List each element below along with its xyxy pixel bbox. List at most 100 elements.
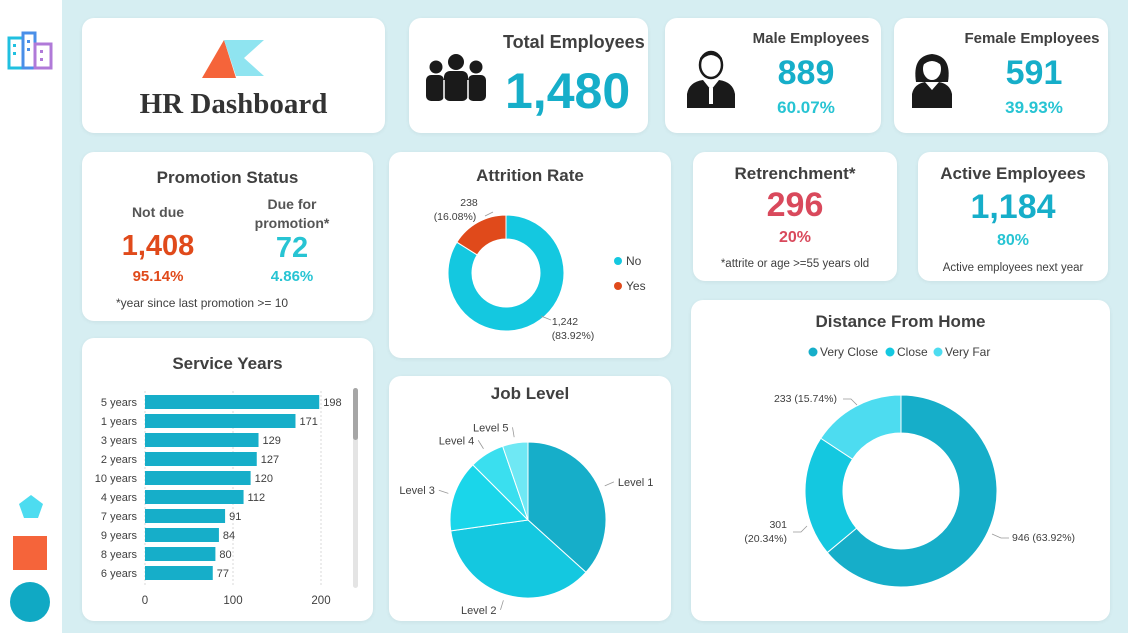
legend-very-far-label: Very Far: [945, 345, 990, 359]
category-label: 8 years: [101, 549, 138, 561]
female-employees-label: Female Employees: [964, 30, 1100, 47]
attrition-yes-data-percent: (16.08%): [434, 211, 477, 223]
due-percent: 4.86%: [270, 268, 314, 285]
active-employees-title: Active Employees: [940, 164, 1086, 183]
service-years-card: Service Years 5 years 198 1 years 171 3 year…: [82, 338, 373, 621]
bar-7-years[interactable]: [145, 509, 226, 523]
category-label: 2 years: [101, 454, 138, 466]
bar-10-years[interactable]: [145, 471, 251, 485]
value-label: 84: [223, 530, 235, 542]
category-label: 7 years: [101, 511, 138, 523]
value-label: 91: [229, 511, 241, 523]
value-label: 80: [219, 549, 231, 561]
total-employees-card: Total Employees 1,480: [409, 18, 648, 133]
retrenchment-percent: 20%: [778, 229, 812, 246]
title-card: HR Dashboard: [82, 18, 385, 133]
female-employees-card: Female Employees 591 39.93%: [894, 18, 1108, 133]
value-label: 127: [261, 454, 279, 466]
bar-9-years[interactable]: [145, 528, 219, 542]
category-label: 5 years: [101, 397, 138, 409]
retrenchment-note: *attrite or age >=55 years old: [720, 258, 870, 270]
male-employees-value: 889: [777, 54, 835, 92]
legend-yes-label: Yes: [626, 279, 646, 293]
female-employees-value: 591: [1005, 54, 1063, 92]
label-level-5: Level 5: [473, 422, 508, 434]
label-level-1: Level 1: [618, 477, 653, 489]
value-label: 77: [217, 568, 229, 580]
active-employees-percent: 80%: [996, 232, 1030, 249]
active-employees-card: Active Employees 1,184 80% Active employ…: [918, 152, 1108, 281]
job-level-chart: Level 1 Level 2 Level 3 Level 4Level 5: [399, 422, 653, 617]
retrenchment-value: 296: [766, 186, 824, 224]
bar-1-years[interactable]: [145, 414, 296, 428]
value-label: 129: [263, 435, 281, 447]
promotion-note: *year since last promotion >= 10: [116, 296, 289, 310]
bar-4-years[interactable]: [145, 490, 244, 504]
distance-from-home-card: Distance From Home Very Close Close Very…: [691, 300, 1110, 621]
category-label: 4 years: [101, 492, 138, 504]
attrition-no-data-percent: (83.92%): [552, 330, 595, 342]
bar-2-years[interactable]: [145, 452, 257, 466]
due-label-line1: Due for: [267, 196, 317, 212]
legend-close-label: Close: [897, 345, 928, 359]
legend-very-far-marker: [933, 347, 943, 357]
bar-5-years[interactable]: [145, 395, 320, 409]
group-icon: [426, 54, 486, 101]
due-label-line2: promotion*: [254, 215, 330, 231]
attrition-rate-card: Attrition Rate No Yes 238 (16.08%) 1,242…: [389, 152, 671, 358]
distance-very-far-data-label: 233 (15.74%): [774, 393, 837, 405]
category-label: 10 years: [95, 473, 138, 485]
not-due-percent: 95.14%: [132, 268, 184, 285]
label-level-2: Level 2: [461, 605, 496, 617]
attrition-yes-data-label: 238: [460, 197, 478, 209]
category-label: 1 years: [101, 416, 138, 428]
label-level-3: Level 3: [399, 485, 434, 497]
category-label: 9 years: [101, 530, 138, 542]
legend-very-close-label: Very Close: [820, 345, 878, 359]
job-level-card: Job Level Level 1 Level 2 Level 3 Level 4 Le…: [389, 376, 671, 621]
legend-no-marker: [614, 257, 622, 265]
attrition-no-data-label: 1,242: [552, 316, 578, 328]
label-level-4: Level 4: [439, 435, 474, 447]
legend-yes-marker: [614, 282, 622, 290]
legend-very-close-marker: [808, 347, 818, 357]
female-employees-percent: 39.93%: [1005, 98, 1063, 117]
distance-close-data-label: 301: [769, 519, 787, 531]
scrollbar-thumb[interactable]: [353, 388, 358, 440]
value-label: 120: [255, 473, 273, 485]
male-employees-percent: 60.07%: [777, 98, 835, 117]
page-title: HR Dashboard: [139, 88, 328, 120]
service-years-chart: 5 years 198 1 years 171 3 years 129 2 years 127…: [95, 388, 358, 607]
distance-very-close-data-label: 946 (63.92%): [1012, 532, 1075, 544]
value-label: 112: [248, 492, 266, 504]
sidebar: [0, 0, 62, 633]
promotion-status-title: Promotion Status: [156, 168, 299, 187]
active-employees-note: Active employees next year: [942, 262, 1084, 274]
retrenchment-title: Retrenchment*: [734, 164, 856, 183]
pentagon-icon[interactable]: [18, 494, 44, 520]
category-label: 3 years: [101, 435, 138, 447]
not-due-label: Not due: [131, 204, 185, 220]
category-label: 6 years: [101, 568, 138, 580]
distance-close-data-percent: (20.34%): [744, 533, 787, 545]
xtick-label: 100: [223, 595, 242, 607]
building-icon: [7, 31, 53, 70]
square-icon[interactable]: [13, 536, 47, 570]
legend-close-marker: [885, 347, 895, 357]
retrenchment-card: Retrenchment* 296 20% *attrite or age >=…: [693, 152, 897, 281]
attrition-rate-chart: No Yes 238 (16.08%) 1,242 (83.92%): [434, 197, 646, 342]
legend-no-label: No: [626, 254, 642, 268]
promotion-status-card: Promotion Status Not due 1,408 95.14% Du…: [82, 152, 373, 321]
distance-chart: Very Close Close Very Far 233 (15.74%) 3…: [744, 345, 1075, 588]
male-employees-label: Male Employees: [752, 30, 870, 47]
circle-icon[interactable]: [10, 582, 50, 622]
value-label: 171: [299, 416, 317, 428]
total-employees-value: 1,480: [505, 63, 631, 119]
male-employees-card: Male Employees 889 60.07%: [665, 18, 881, 133]
bar-8-years[interactable]: [145, 547, 216, 561]
male-person-icon: [687, 50, 735, 108]
total-employees-label: Total Employees: [503, 32, 645, 52]
bar-6-years[interactable]: [145, 566, 213, 580]
logo-icon: [202, 40, 264, 78]
bar-3-years[interactable]: [145, 433, 259, 447]
